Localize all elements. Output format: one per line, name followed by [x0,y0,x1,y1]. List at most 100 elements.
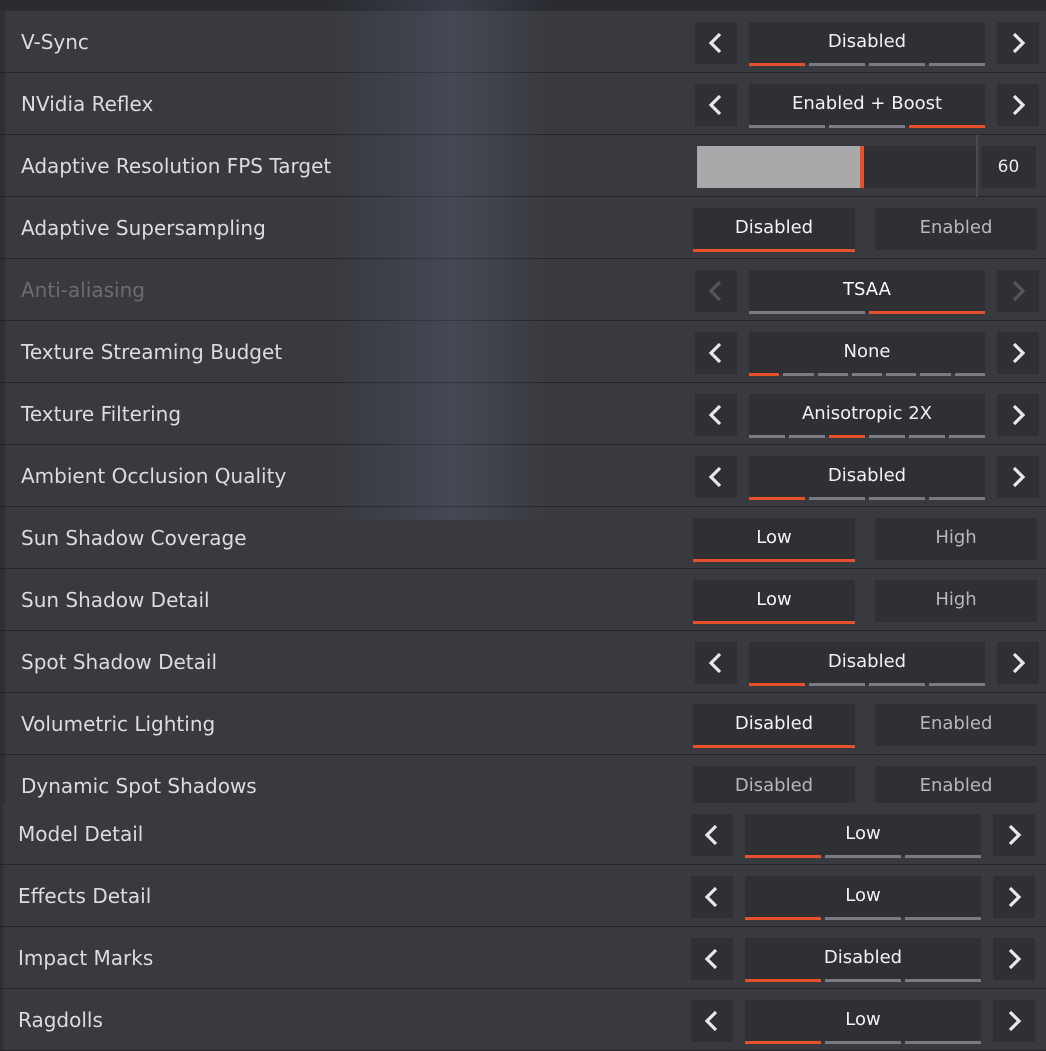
current-value: Disabled [823,947,903,968]
option-label: Enabled [919,775,993,796]
option-label: High [935,527,977,548]
value-box[interactable]: Low [745,876,981,920]
value-box[interactable]: Disabled [749,22,985,66]
option-label: Enabled [919,217,993,238]
option-button-high[interactable]: High [875,580,1037,622]
chevron-right-icon[interactable] [993,876,1035,918]
value-box[interactable]: Disabled [745,938,981,982]
chevron-right-icon[interactable] [997,642,1039,684]
chevron-left-icon[interactable] [695,642,737,684]
option-button-enabled[interactable]: Enabled [875,208,1037,250]
indicator-segment [949,435,985,438]
option-indicator [749,497,985,500]
value-box[interactable]: Low [745,1000,981,1044]
option-button-high[interactable]: High [875,518,1037,560]
chevron-left-icon[interactable] [695,394,737,436]
indicator-segment [789,435,825,438]
option-indicator [745,1041,981,1044]
chevron-left-icon[interactable] [691,814,733,856]
indicator-segment-active [745,979,821,982]
setting-row-effects-detail: Effects Detail Low [0,865,1046,926]
option-indicator [745,917,981,920]
option-button-disabled[interactable]: Disabled [693,208,855,252]
setting-label: Model Detail [18,822,144,846]
value-box[interactable]: Anisotropic 2X [749,394,985,438]
setting-label: Adaptive Resolution FPS Target [21,154,332,178]
current-value: Disabled [827,31,907,52]
setting-row-adaptive-resolution-fps-target: Adaptive Resolution FPS Target 60 [0,135,1046,197]
chevron-right-icon [997,270,1039,312]
carousel-selector: Low [691,814,1035,858]
carousel-selector: Disabled [695,642,1039,686]
slider-handle[interactable] [860,146,864,188]
option-indicator [749,683,985,686]
value-box[interactable]: None [749,332,985,376]
indicator-segment [809,63,865,66]
option-button-low[interactable]: Low [693,580,855,624]
setting-row-volumetric-lighting: Volumetric Lighting Disabled Enabled [0,693,1046,754]
chevron-right-icon[interactable] [997,456,1039,498]
option-button-low[interactable]: Low [693,518,855,562]
setting-row-ambient-occlusion-quality: Ambient Occlusion Quality Disabled [0,445,1046,506]
video-settings-list: V-Sync Disabled NVidia Reflex Enabled + Boo… [0,11,1046,1051]
option-button-enabled[interactable]: Enabled [875,704,1037,746]
option-button-enabled[interactable]: Enabled [875,766,1037,808]
current-value: Disabled [827,651,907,672]
indicator-segment [905,1041,981,1044]
carousel-selector: Anisotropic 2X [695,394,1039,438]
setting-label: Sun Shadow Coverage [21,526,247,550]
indicator-segment-active [745,855,821,858]
indicator-segment [929,683,985,686]
indicator-segment [886,373,917,376]
setting-label: NVidia Reflex [21,92,154,116]
indicator-segment [783,373,814,376]
setting-label: Impact Marks [18,946,154,970]
value-box[interactable]: Disabled [749,642,985,686]
fps-target-slider[interactable] [697,146,976,188]
chevron-right-icon[interactable] [997,394,1039,436]
option-indicator [749,125,985,128]
chevron-right-icon[interactable] [993,938,1035,980]
option-button-disabled[interactable]: Disabled [693,704,855,748]
setting-row-anti-aliasing: Anti-aliasing TSAA [0,259,1046,320]
setting-label: Adaptive Supersampling [21,216,266,240]
indicator-segment [829,125,905,128]
indicator-segment-active [749,373,780,376]
indicator-segment [749,435,785,438]
setting-label: Ambient Occlusion Quality [21,464,287,488]
setting-label: Volumetric Lighting [21,712,216,736]
chevron-left-icon[interactable] [695,84,737,126]
chevron-left-icon[interactable] [691,1000,733,1042]
chevron-left-icon[interactable] [695,22,737,64]
option-indicator [745,855,981,858]
indicator-segment-active [869,311,985,314]
chevron-left-icon[interactable] [691,938,733,980]
value-box[interactable]: Low [745,814,981,858]
indicator-segment [905,917,981,920]
chevron-right-icon[interactable] [997,332,1039,374]
indicator-segment [929,63,985,66]
chevron-right-icon[interactable] [997,22,1039,64]
chevron-right-icon[interactable] [993,1000,1035,1042]
indicator-segment-active [749,63,805,66]
chevron-left-icon[interactable] [695,456,737,498]
indicator-segment [825,855,901,858]
value-box[interactable]: Enabled + Boost [749,84,985,128]
option-label: High [935,589,977,610]
option-indicator [749,373,985,376]
slider-divider [976,135,978,197]
indicator-segment [825,1041,901,1044]
chevron-right-icon[interactable] [993,814,1035,856]
setting-row-adaptive-supersampling: Adaptive Supersampling Disabled Enabled [0,197,1046,258]
chevron-left-icon[interactable] [691,876,733,918]
indicator-segment-active [829,435,865,438]
option-label: Low [756,527,792,548]
chevron-left-icon[interactable] [695,332,737,374]
value-box[interactable]: Disabled [749,456,985,500]
option-button-disabled[interactable]: Disabled [693,766,855,808]
setting-row-ragdolls: Ragdolls Low [0,989,1046,1050]
indicator-segment [905,855,981,858]
chevron-right-icon[interactable] [997,84,1039,126]
slider-fill [697,146,862,188]
current-value: Disabled [827,465,907,486]
